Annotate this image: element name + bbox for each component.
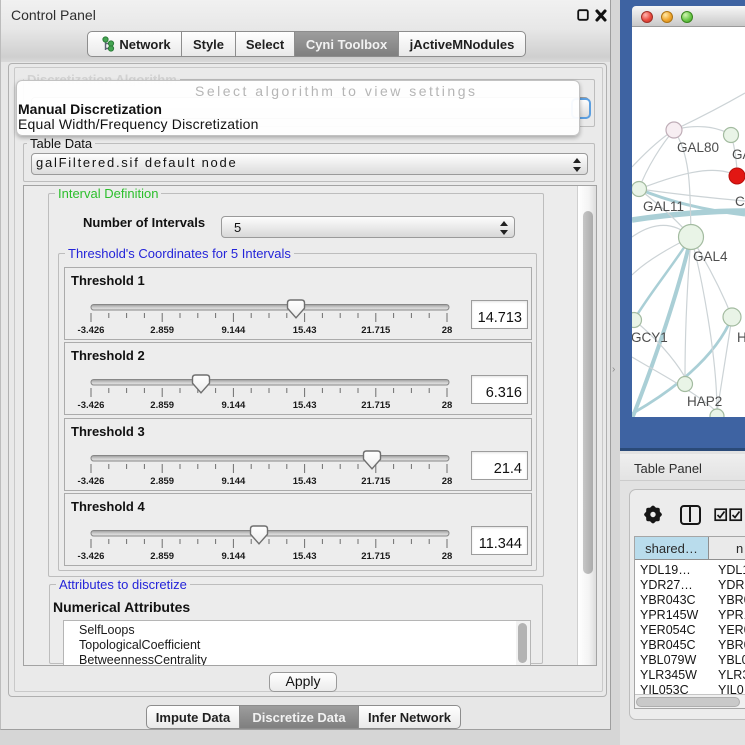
svg-text:21.715: 21.715 — [361, 476, 391, 487]
svg-text:21.715: 21.715 — [361, 400, 391, 411]
svg-text:9.144: 9.144 — [222, 325, 246, 336]
svg-text:2.859: 2.859 — [150, 325, 174, 336]
svg-text:28: 28 — [442, 400, 453, 411]
svg-text:15.43: 15.43 — [293, 476, 317, 487]
svg-text:-3.426: -3.426 — [78, 325, 105, 336]
svg-text:15.43: 15.43 — [293, 551, 317, 562]
svg-text:GAL11: GAL11 — [643, 199, 684, 214]
svg-text:9.144: 9.144 — [222, 476, 246, 487]
svg-text:2.859: 2.859 — [150, 400, 174, 411]
svg-text:9.144: 9.144 — [222, 400, 246, 411]
svg-text:21.715: 21.715 — [361, 325, 391, 336]
svg-text:GAL80: GAL80 — [677, 140, 719, 155]
svg-text:-3.426: -3.426 — [78, 476, 105, 487]
svg-text:28: 28 — [442, 551, 453, 562]
svg-text:GCY1: GCY1 — [632, 330, 668, 345]
svg-text:15.43: 15.43 — [293, 325, 317, 336]
svg-text:GA: GA — [732, 147, 745, 162]
svg-text:-3.426: -3.426 — [78, 551, 105, 562]
svg-text:-3.426: -3.426 — [78, 400, 105, 411]
svg-text:15.43: 15.43 — [293, 400, 317, 411]
svg-text:C: C — [735, 194, 745, 209]
svg-text:28: 28 — [442, 476, 453, 487]
svg-text:21.715: 21.715 — [361, 551, 391, 562]
svg-text:9.144: 9.144 — [222, 551, 246, 562]
svg-text:H: H — [737, 330, 745, 345]
svg-text:28: 28 — [442, 325, 453, 336]
svg-text:HAP2: HAP2 — [687, 394, 722, 409]
svg-text:2.859: 2.859 — [150, 551, 174, 562]
svg-text:2.859: 2.859 — [150, 476, 174, 487]
svg-text:GAL4: GAL4 — [693, 249, 728, 264]
